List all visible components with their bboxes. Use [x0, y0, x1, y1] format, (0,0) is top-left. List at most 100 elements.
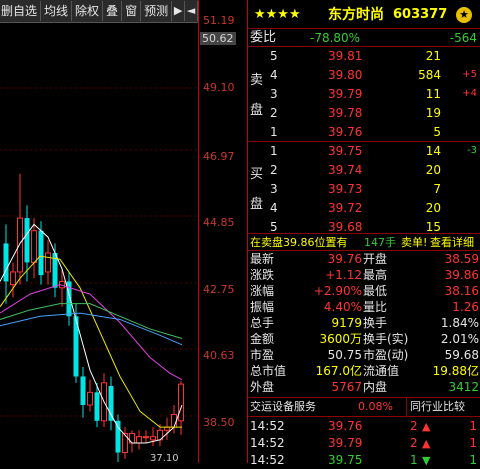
stat-label: 换手(实) — [363, 332, 409, 346]
stat-label: 流通值 — [363, 364, 400, 378]
ex-rights-button[interactable]: 除权 — [72, 1, 104, 21]
level-price: 39.79 — [328, 87, 363, 101]
star-badge-icon[interactable]: ★ — [456, 7, 472, 23]
level-volume: 14 — [425, 144, 441, 158]
stat-value: 19.88亿 — [432, 364, 479, 378]
candle-body — [45, 252, 51, 273]
stat-value: 59.68 — [444, 348, 479, 362]
sell-level-row[interactable]: 5 39.81 21 — [248, 47, 480, 65]
buy-level-row[interactable]: 4 39.72 20 — [248, 199, 480, 217]
stat-value: 50.75 — [327, 348, 362, 362]
price-tick-label: 49.10 — [203, 81, 235, 94]
stat-label: 总手 — [250, 316, 275, 330]
candle-body — [115, 420, 121, 453]
quote-stat-row: 涨跌 +1.12 最高 39.86 — [248, 267, 480, 283]
buy-level-row[interactable]: 2 39.74 20 — [248, 161, 480, 179]
kline-chart[interactable] — [0, 22, 198, 463]
stat-value: 167.0亿 — [315, 364, 362, 378]
stat-value: 2.01% — [440, 332, 479, 346]
level-change: +5 — [462, 69, 477, 80]
candle-body — [17, 217, 23, 273]
price-tick-label: 51.19 — [203, 14, 235, 27]
tick-price: 39.75 — [328, 453, 363, 467]
chart-toolbar: 删自选 均线 除权 叠 窗 预测 ▶ ◄ — [0, 0, 198, 23]
industry-compare-button[interactable]: 同行业比较 — [406, 398, 465, 416]
candle-body — [80, 376, 86, 405]
forecast-button[interactable]: 预测 — [141, 1, 173, 21]
tick-row: 14:52 39.75 1 ▼ 1 — [248, 452, 480, 469]
candle-body — [150, 436, 156, 441]
tick-volume: 2 — [410, 419, 418, 433]
stat-label: 最新 — [250, 252, 275, 266]
stat-label: 内盘 — [363, 380, 388, 394]
tick-time: 14:52 — [250, 453, 285, 467]
level-number: 1 — [270, 144, 278, 158]
stat-value: 5767 — [331, 380, 362, 394]
stat-value: 39.76 — [327, 252, 362, 266]
level-change: -3 — [467, 145, 477, 156]
quote-stat-row: 总手 9179 换手 1.84% — [248, 315, 480, 331]
tick-count: 1 — [469, 436, 477, 450]
level-number: 1 — [270, 125, 278, 139]
candle-body — [31, 230, 37, 263]
sell-level-row[interactable]: 3 39.79 11 +4 — [248, 85, 480, 103]
price-tick-label-highlight: 50.62 — [200, 32, 236, 45]
arrow-down-icon: ▼ — [422, 454, 431, 467]
stat-label: 最低 — [363, 284, 388, 298]
buy-level-row[interactable]: 3 39.73 7 — [248, 180, 480, 198]
level-number: 2 — [270, 163, 278, 177]
divider — [248, 416, 480, 417]
tick-count: 1 — [469, 419, 477, 433]
quote-stat-row: 外盘 5767 内盘 3412 — [248, 379, 480, 395]
level-volume: 20 — [425, 201, 441, 215]
sell-level-row[interactable]: 4 39.80 584 +5 — [248, 66, 480, 84]
stat-value: 38.59 — [444, 252, 479, 266]
buy-level-row[interactable]: 1 39.75 14 -3 — [248, 142, 480, 160]
candle-body — [10, 271, 16, 286]
arrow-up-icon: ▲ — [422, 437, 431, 450]
quote-stat-row: 金额 3600万 换手(实) 2.01% — [248, 331, 480, 347]
level-price: 39.76 — [328, 125, 363, 139]
remove-watchlist-button[interactable]: 删自选 — [0, 1, 42, 21]
tick-row: 14:52 39.79 2 ▲ 1 — [248, 435, 480, 452]
arrow-up-icon: ▲ — [422, 420, 431, 433]
level-price: 39.80 — [328, 68, 363, 82]
stat-label: 振幅 — [250, 300, 275, 314]
candle-body — [24, 218, 30, 263]
candle-body — [87, 391, 93, 406]
play-icon[interactable]: ▶ — [172, 1, 186, 21]
stat-label: 开盘 — [363, 252, 388, 266]
price-tick-label: 46.97 — [203, 150, 235, 163]
stat-label: 外盘 — [250, 380, 275, 394]
candle-body — [136, 436, 142, 444]
level-volume: 584 — [418, 68, 441, 82]
star-rating: ★★★★ — [254, 7, 301, 22]
level-number: 3 — [270, 87, 278, 101]
industry-name[interactable]: 交运设备服务 — [250, 398, 316, 416]
stat-label: 金额 — [250, 332, 275, 346]
stat-value: +2.90% — [313, 284, 362, 298]
tick-volume: 1 — [410, 453, 418, 467]
level-price: 39.72 — [328, 201, 363, 215]
stat-value: 3600万 — [319, 332, 362, 346]
tick-time: 14:52 — [250, 436, 285, 450]
price-tick-label: 38.50 — [203, 416, 235, 429]
quote-stat-row: 市盈 50.75 市盈(动) 59.68 — [248, 347, 480, 363]
stat-label: 市盈(动) — [363, 348, 409, 362]
overlay-button[interactable]: 叠 — [103, 1, 123, 21]
window-button[interactable]: 窗 — [122, 1, 142, 21]
moving-average-button[interactable]: 均线 — [41, 1, 73, 21]
stat-label: 总市值 — [250, 364, 287, 378]
sell-level-row[interactable]: 2 39.78 19 — [248, 104, 480, 122]
stock-code: 603377 — [393, 7, 448, 22]
stat-label: 涨跌 — [250, 268, 275, 282]
level-price: 39.73 — [328, 182, 363, 196]
sell-level-row[interactable]: 1 39.76 5 — [248, 123, 480, 141]
candle-body — [108, 385, 114, 421]
moving-average-line — [0, 284, 183, 381]
level-number: 4 — [270, 201, 278, 215]
back-icon[interactable]: ◄ — [185, 1, 198, 21]
stat-label: 市盈 — [250, 348, 275, 362]
industry-row: 交运设备服务 0.08% 同行业比较 — [248, 398, 480, 416]
level-volume: 21 — [425, 49, 441, 63]
